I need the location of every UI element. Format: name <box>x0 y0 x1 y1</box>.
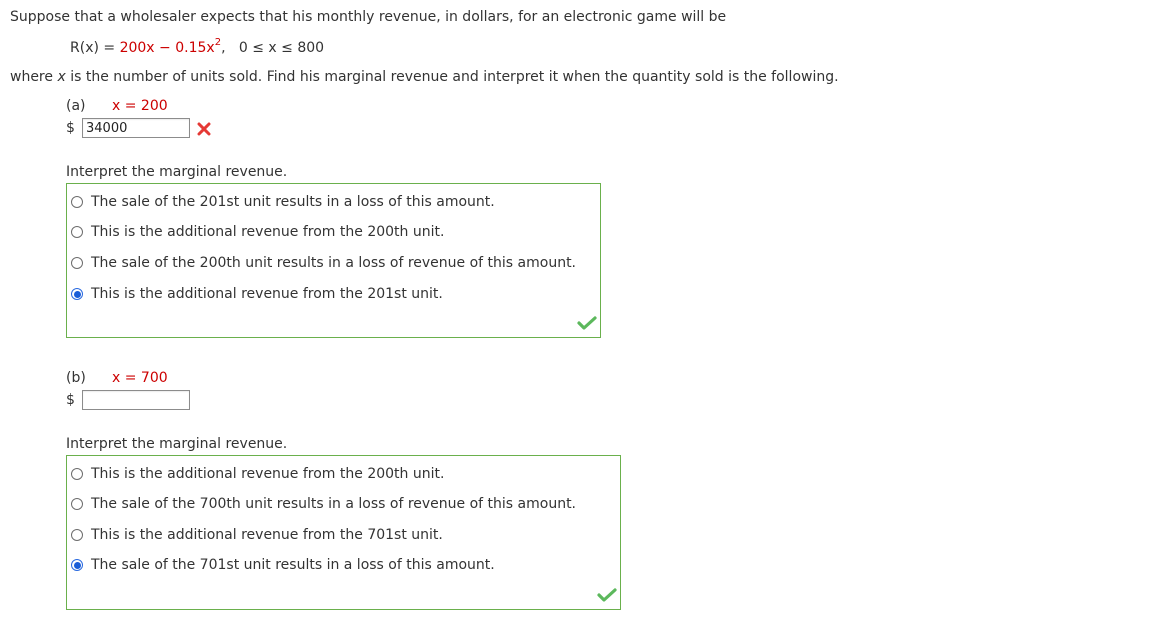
part-b-option-1[interactable]: This is the additional revenue from the … <box>71 463 444 485</box>
option-label: This is the additional revenue from the … <box>91 466 445 482</box>
part-b-option-3[interactable]: This is the additional revenue from the … <box>71 524 443 546</box>
formula-domain: 0 ≤ x ≤ 800 <box>238 40 325 56</box>
part-a-interpret-label: Interpret the marginal revenue. <box>66 164 288 180</box>
radio-button-selected[interactable] <box>71 288 83 300</box>
formula-exponent: 2 <box>214 37 222 49</box>
instructions-variable: x <box>57 69 66 85</box>
part-a-x-value: x = 200 <box>112 98 168 114</box>
radio-button[interactable] <box>71 498 83 510</box>
instructions-text-end: is the number of units sold. Find his ma… <box>65 69 839 85</box>
part-a-currency: $ <box>66 120 75 136</box>
formula-expression: 200x − 0.15x <box>119 40 215 56</box>
option-label: The sale of the 200th unit results in a … <box>91 255 577 271</box>
part-b-interpret-label: Interpret the marginal revenue. <box>66 436 288 452</box>
part-b-option-2[interactable]: The sale of the 700th unit results in a … <box>71 493 576 515</box>
radio-button[interactable] <box>71 196 83 208</box>
part-b-label: (b) <box>66 370 86 386</box>
revenue-formula: R(x) = 200x − 0.15x2, 0 ≤ x ≤ 800 <box>70 37 325 56</box>
part-b-answer-input[interactable] <box>82 390 190 410</box>
option-label: The sale of the 700th unit results in a … <box>91 496 577 512</box>
part-a-option-2[interactable]: This is the additional revenue from the … <box>71 221 444 243</box>
radio-button-selected[interactable] <box>71 559 83 571</box>
part-b-x-value: x = 700 <box>112 370 168 386</box>
problem-instructions: where x is the number of units sold. Fin… <box>10 69 839 85</box>
checkmark-icon <box>577 316 597 330</box>
radio-button[interactable] <box>71 226 83 238</box>
part-a-option-4[interactable]: This is the additional revenue from the … <box>71 283 443 305</box>
part-a-label: (a) <box>66 98 86 114</box>
radio-button[interactable] <box>71 257 83 269</box>
radio-button[interactable] <box>71 529 83 541</box>
part-b-option-4[interactable]: The sale of the 701st unit results in a … <box>71 554 495 576</box>
formula-comma: , <box>221 40 226 56</box>
radio-button[interactable] <box>71 468 83 480</box>
formula-lhs: R(x) = <box>70 40 120 56</box>
formula-rhs: 200x − 0.15x2 <box>119 37 222 56</box>
x-mark-icon <box>197 122 211 136</box>
part-b-choices: This is the additional revenue from the … <box>66 455 621 610</box>
checkmark-icon <box>597 588 617 602</box>
part-a-answer-input[interactable] <box>82 118 190 138</box>
part-a-option-1[interactable]: The sale of the 201st unit results in a … <box>71 191 495 213</box>
option-label: This is the additional revenue from the … <box>91 224 445 240</box>
part-a-option-3[interactable]: The sale of the 200th unit results in a … <box>71 252 576 274</box>
option-label: The sale of the 201st unit results in a … <box>91 194 495 210</box>
part-a-choices: The sale of the 201st unit results in a … <box>66 183 601 338</box>
option-label: This is the additional revenue from the … <box>91 527 443 543</box>
instructions-text-start: where <box>10 69 58 85</box>
part-b-currency: $ <box>66 392 75 408</box>
option-label: The sale of the 701st unit results in a … <box>91 557 495 573</box>
option-label: This is the additional revenue from the … <box>91 286 443 302</box>
problem-intro: Suppose that a wholesaler expects that h… <box>10 9 727 25</box>
